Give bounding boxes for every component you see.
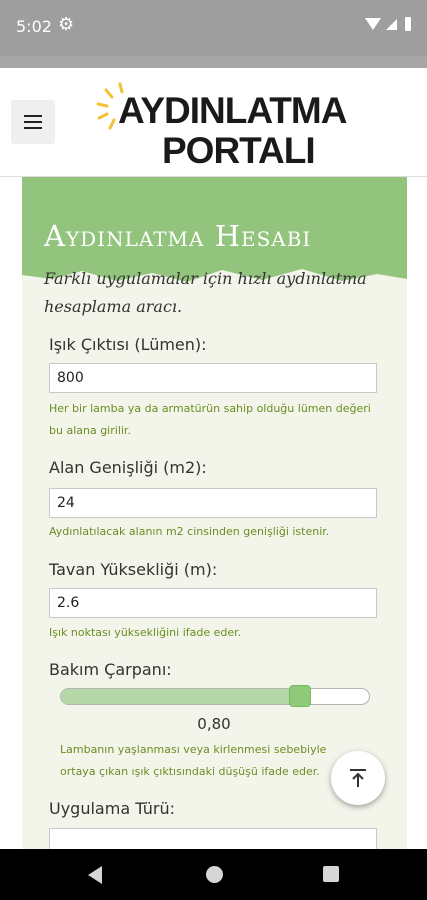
wifi-icon [365,18,381,30]
battery-icon [405,17,411,31]
ceiling-help: Işık noktası yüksekliğini ifade eder. [49,626,242,639]
logo-text-line1: AYDINLATMA [118,90,347,131]
home-icon[interactable] [206,866,223,883]
site-logo[interactable]: AYDINLATMA PORTALI [96,82,347,171]
status-bar: 5:02 ⚙ [0,0,427,56]
status-time: 5:02 [16,17,52,36]
application-label: Uygulama Türü: [49,799,176,818]
recents-icon[interactable] [323,866,339,882]
page-content: Aydınlatma Hesabı Farklı uygulamalar içi… [0,177,427,849]
back-icon[interactable] [88,866,102,884]
lumen-input[interactable] [49,363,377,393]
arrow-up-to-top-icon [350,769,366,787]
status-gap [0,56,427,68]
calculator-subtitle: Farklı uygulamalar için hızlı aydınlatma… [44,269,367,316]
back-to-top-button[interactable] [331,751,385,805]
maintenance-value: 0,80 [197,715,231,733]
ceiling-label: Tavan Yüksekliği (m): [49,560,218,579]
area-help: Aydınlatılacak alanın m2 cinsinden geniş… [49,525,330,538]
calculator-title: Aydınlatma Hesabı [44,219,312,253]
site-header: AYDINLATMA PORTALI [0,68,427,177]
logo-text-line2: PORTALI [162,130,316,171]
ceiling-input[interactable] [49,588,377,618]
lumen-help: Her bir lamba ya da armatürün sahip oldu… [49,402,371,437]
signal-icon [386,19,397,30]
maintenance-label: Bakım Çarpanı: [49,660,172,679]
gear-icon: ⚙ [58,14,75,35]
lumen-label: Işık Çıktısı (Lümen): [49,335,207,354]
calculator-card: Aydınlatma Hesabı Farklı uygulamalar içi… [22,177,407,849]
menu-button[interactable] [11,100,55,144]
slider-thumb[interactable] [289,685,312,707]
area-label: Alan Genişliği (m2): [49,458,207,477]
system-nav-bar [0,849,427,900]
menu-icon [24,115,42,129]
slider-fill [61,689,302,704]
area-input[interactable] [49,488,377,518]
application-select[interactable] [49,828,377,849]
maintenance-help: Lambanın yaşlanması veya kirlenmesi sebe… [60,743,327,778]
maintenance-slider[interactable] [60,685,370,707]
slider-track[interactable] [60,688,370,705]
